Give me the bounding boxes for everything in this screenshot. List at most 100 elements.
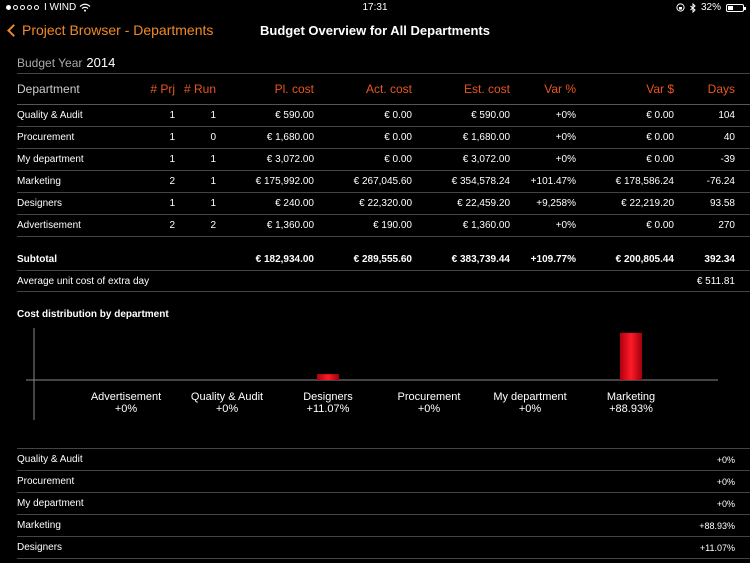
cell-variance-percent: +0% <box>555 110 576 121</box>
cell-days: -39 <box>720 154 735 165</box>
cell-estimated-cost: € 590.00 <box>471 110 510 121</box>
bluetooth-icon <box>690 2 696 13</box>
cell-days: 104 <box>718 110 735 121</box>
subtotal-label: Subtotal <box>17 254 57 265</box>
table-row[interactable]: Procurement 1 0 € 1,680.00 € 0.00 € 1,68… <box>0 127 750 149</box>
chart-category-label: Procurement <box>398 391 461 403</box>
divider <box>17 558 750 559</box>
cell-planned-cost: € 175,992.00 <box>255 176 314 187</box>
average-unit-cost-row: Average unit cost of extra day € 511.81 <box>0 271 750 293</box>
list-item-value: +11.07% <box>699 543 735 553</box>
budget-year-label: Budget Year <box>17 56 83 70</box>
subtotal-variance-amount: € 200,805.44 <box>615 254 674 265</box>
divider <box>17 214 750 215</box>
rotation-lock-icon <box>676 3 685 12</box>
chart-bars <box>317 332 642 380</box>
average-unit-cost-value: € 511.81 <box>696 276 735 287</box>
budget-year-value[interactable]: 2014 <box>86 55 115 70</box>
list-item-value: +0% <box>716 477 735 487</box>
divider <box>17 470 750 471</box>
cell-projects: 1 <box>169 110 175 121</box>
cell-projects: 1 <box>169 132 175 143</box>
cell-estimated-cost: € 354,578.24 <box>451 176 510 187</box>
cell-running: 1 <box>210 176 216 187</box>
divider <box>17 192 750 193</box>
navigation-bar: Project Browser - Departments Budget Ove… <box>0 16 750 48</box>
header-variance-amount: Var $ <box>646 82 674 96</box>
cell-estimated-cost: € 1,680.00 <box>462 132 510 143</box>
table-header: Department # Prj # Run Pl. cost Act. cos… <box>0 82 750 102</box>
table-row[interactable]: Marketing 2 1 € 175,992.00 € 267,045.60 … <box>0 171 750 193</box>
status-bar: I WIND 17:31 32% <box>0 0 750 16</box>
cell-running: 1 <box>210 110 216 121</box>
cell-projects: 2 <box>169 220 175 231</box>
list-item[interactable]: My department +0% <box>0 493 750 515</box>
list-item[interactable]: Marketing +88.93% <box>0 515 750 537</box>
cell-planned-cost: € 1,680.00 <box>266 132 314 143</box>
cell-department: Quality & Audit <box>17 110 83 121</box>
list-item-label: Procurement <box>17 476 75 487</box>
cell-running: 0 <box>210 132 216 143</box>
cell-days: 93.58 <box>709 198 735 209</box>
list-item-label: Quality & Audit <box>17 454 83 465</box>
cell-actual-cost: € 0.00 <box>384 110 412 121</box>
table-row[interactable]: Advertisement 2 2 € 1,360.00 € 190.00 € … <box>0 215 750 237</box>
chart-category-label: My department <box>493 391 566 403</box>
divider <box>17 73 750 74</box>
list-item-value: +0% <box>716 499 735 509</box>
cell-variance-amount: € 0.00 <box>646 220 674 231</box>
cell-department: Procurement <box>17 132 75 143</box>
status-right: 32% <box>676 2 746 13</box>
chart-category-label: Advertisement <box>91 391 161 403</box>
header-department: Department <box>17 82 80 96</box>
list-item[interactable]: Quality & Audit +0% <box>0 449 750 471</box>
header-actual-cost: Act. cost <box>365 82 412 96</box>
table-row[interactable]: Designers 1 1 € 240.00 € 22,320.00 € 22,… <box>0 193 750 215</box>
cell-actual-cost: € 267,045.60 <box>353 176 412 187</box>
cell-projects: 2 <box>169 176 175 187</box>
chart-category-label: Designers <box>303 391 353 403</box>
cell-department: Advertisement <box>17 220 81 231</box>
cell-actual-cost: € 0.00 <box>384 132 412 143</box>
cell-variance-amount: € 22,219.20 <box>621 198 674 209</box>
divider <box>17 536 750 537</box>
cell-days: -76.24 <box>706 176 735 187</box>
header-running: # Run <box>183 82 216 96</box>
divider <box>17 448 750 449</box>
list-item-value: +0% <box>716 455 735 465</box>
cell-department: My department <box>17 154 84 165</box>
chart-category-label: Marketing <box>607 391 655 403</box>
cell-days: 270 <box>718 220 735 231</box>
subtotal-estimated-cost: € 383,739.44 <box>451 254 510 265</box>
cell-projects: 1 <box>169 154 175 165</box>
cell-actual-cost: € 22,320.00 <box>359 198 412 209</box>
cell-actual-cost: € 190.00 <box>373 220 412 231</box>
list-item-label: Designers <box>17 542 63 553</box>
subtotal-actual-cost: € 289,555.60 <box>353 254 412 265</box>
cell-running: 2 <box>210 220 216 231</box>
chart-bar <box>317 374 339 380</box>
cell-variance-percent: +0% <box>555 154 576 165</box>
header-estimated-cost: Est. cost <box>463 82 510 96</box>
cost-distribution-chart: Advertisement+0%Quality & Audit+0%Design… <box>26 328 718 420</box>
list-item[interactable]: Designers +11.07% <box>0 537 750 559</box>
chart-labels: Advertisement+0%Quality & Audit+0%Design… <box>91 391 655 415</box>
cell-running: 1 <box>210 198 216 209</box>
battery-percent: 32% <box>700 2 721 13</box>
cell-variance-amount: € 178,586.24 <box>615 176 674 187</box>
cell-planned-cost: € 3,072.00 <box>266 154 314 165</box>
table-row[interactable]: My department 1 1 € 3,072.00 € 0.00 € 3,… <box>0 149 750 171</box>
divider <box>17 492 750 493</box>
list-item-label: My department <box>17 498 84 509</box>
cell-variance-amount: € 0.00 <box>646 154 674 165</box>
cell-department: Marketing <box>17 176 61 187</box>
cell-department: Designers <box>17 198 63 209</box>
cell-estimated-cost: € 1,360.00 <box>462 220 510 231</box>
cell-planned-cost: € 240.00 <box>275 198 314 209</box>
table-row[interactable]: Quality & Audit 1 1 € 590.00 € 0.00 € 59… <box>0 105 750 127</box>
page-title: Budget Overview for All Departments <box>260 23 490 38</box>
subtotal-days: 392.34 <box>704 254 735 265</box>
cell-planned-cost: € 1,360.00 <box>266 220 314 231</box>
list-item[interactable]: Procurement +0% <box>0 471 750 493</box>
chart-value-label: +0% <box>216 403 239 415</box>
